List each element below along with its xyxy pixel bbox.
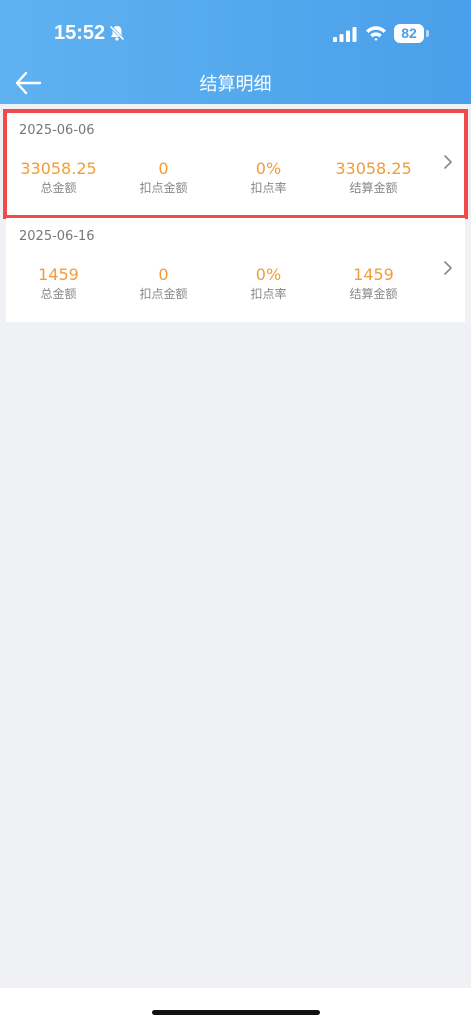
stat-value: 0% (255, 159, 282, 178)
stat-value: 0 (158, 159, 169, 178)
battery-tip (426, 30, 429, 37)
stat-value: 0 (158, 265, 169, 284)
stat-label: 扣点率 (250, 287, 287, 301)
stat-value: 1459 (38, 265, 79, 284)
app-header: 15:52 82 结算明细 (0, 0, 471, 104)
stat-value: 1459 (353, 265, 394, 284)
stat-deduction-amount: 0 扣点金额 (111, 265, 216, 302)
status-time: 15:52 (54, 22, 106, 44)
stat-label: 扣点金额 (139, 181, 188, 195)
record-stats: 33058.25 总金额 0 扣点金额 0% 扣点率 33058.25 结算金额 (6, 159, 426, 196)
settlement-record[interactable]: 2025-06-16 1459 总金额 0 扣点金额 0% 扣点率 1459 结… (6, 218, 465, 322)
stat-deduction-rate: 0% 扣点率 (216, 159, 321, 196)
record-date: 2025-06-06 (19, 123, 95, 138)
record-date: 2025-06-16 (19, 229, 95, 244)
stat-deduction-rate: 0% 扣点率 (216, 265, 321, 302)
stat-value: 33058.25 (20, 159, 97, 178)
stat-settlement-amount: 33058.25 结算金额 (321, 159, 426, 196)
battery-indicator: 82 (394, 24, 424, 43)
bell-off-icon (109, 25, 125, 41)
chevron-right-icon[interactable] (442, 259, 454, 277)
stat-settlement-amount: 1459 结算金额 (321, 265, 426, 302)
wifi-icon (366, 26, 386, 41)
page-title: 结算明细 (199, 74, 272, 95)
status-bar: 15:52 82 (0, 0, 471, 62)
bottom-safe-area (0, 988, 471, 1024)
stat-value: 0% (255, 265, 282, 284)
stat-label: 总金额 (40, 181, 77, 195)
nav-bar: 结算明细 (0, 62, 471, 104)
stat-deduction-amount: 0 扣点金额 (111, 159, 216, 196)
record-stats: 1459 总金额 0 扣点金额 0% 扣点率 1459 结算金额 (6, 265, 426, 302)
stat-total-amount: 33058.25 总金额 (6, 159, 111, 196)
chevron-right-icon[interactable] (442, 153, 454, 171)
stat-label: 结算金额 (349, 287, 398, 301)
stat-label: 结算金额 (349, 181, 398, 195)
settlement-record[interactable]: 2025-06-06 33058.25 总金额 0 扣点金额 0% 扣点率 33… (3, 109, 468, 219)
stat-label: 扣点率 (250, 181, 287, 195)
home-indicator[interactable] (152, 1010, 320, 1015)
stat-label: 总金额 (40, 287, 77, 301)
stat-label: 扣点金额 (139, 287, 188, 301)
stat-total-amount: 1459 总金额 (6, 265, 111, 302)
signal-icon (333, 27, 357, 42)
settlement-list: 2025-06-06 33058.25 总金额 0 扣点金额 0% 扣点率 33… (3, 109, 468, 324)
stat-value: 33058.25 (335, 159, 412, 178)
